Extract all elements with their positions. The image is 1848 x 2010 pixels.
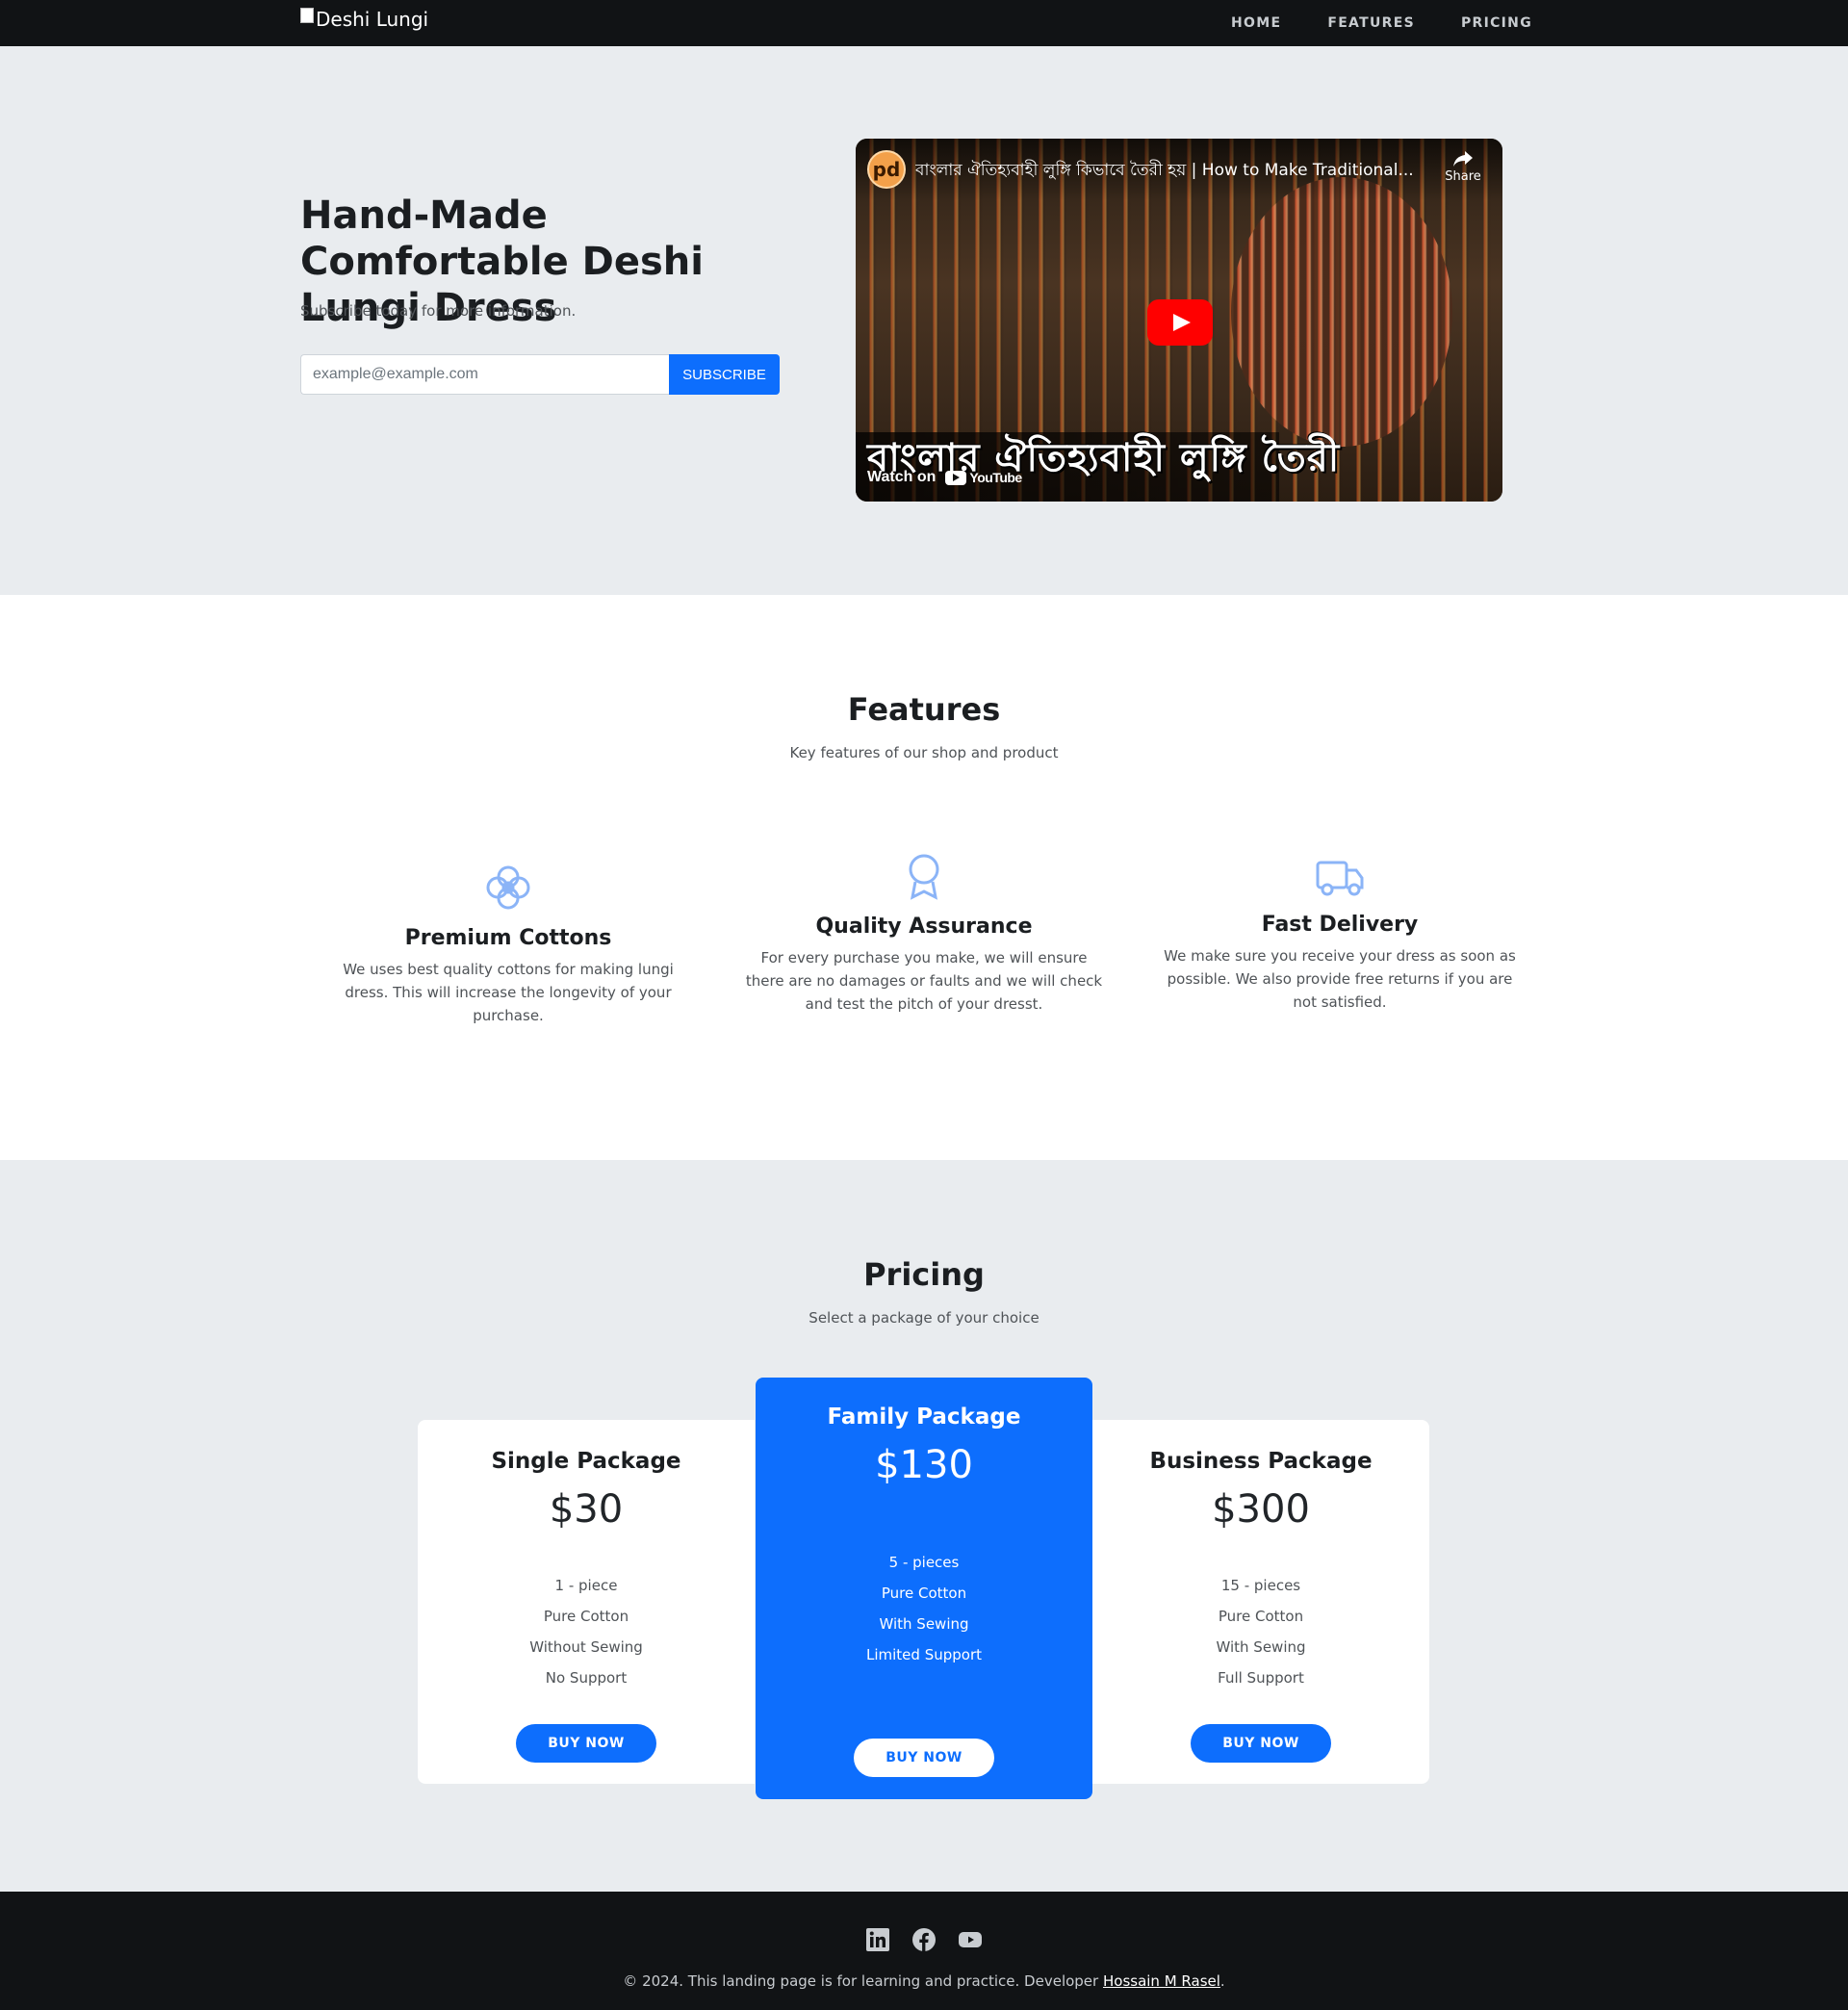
package-feature: 15 - pieces: [1220, 1577, 1301, 1594]
subscribe-form: SUBSCRIBE: [300, 354, 780, 395]
buy-now-button-business[interactable]: BUY NOW: [1191, 1724, 1331, 1763]
package-feature: Pure Cotton: [1218, 1608, 1304, 1625]
nav-link-pricing[interactable]: PRICING: [1461, 15, 1532, 31]
hero-section: Hand-Made Comfortable Deshi Lungi Dress …: [0, 46, 1848, 595]
package-feature: 1 - piece: [554, 1577, 618, 1594]
feature-quality-assurance: Quality Assurance For every purchase you…: [741, 853, 1107, 1016]
developer-link[interactable]: Hossain M Rasel: [1103, 1972, 1220, 1990]
feature-title: Quality Assurance: [815, 915, 1033, 939]
pricing-section: Pricing Select a package of your choice …: [0, 1160, 1848, 1892]
copyright-label: © 2024. This landing page is for learnin…: [623, 1972, 1103, 1990]
package-price: $30: [549, 1487, 624, 1532]
youtube-video-embed[interactable]: pd বাংলার ঐতিহ্যবাহী লুঙ্গি কিভাবে তৈরী …: [856, 139, 1502, 502]
package-price: $300: [1212, 1487, 1310, 1532]
share-icon: [1453, 151, 1473, 167]
package-name: Business Package: [1149, 1449, 1373, 1474]
truck-icon: [1316, 861, 1364, 896]
channel-avatar[interactable]: pd: [867, 150, 906, 189]
package-feature: With Sewing: [1216, 1638, 1306, 1656]
brand-logo[interactable]: Deshi Lungi: [300, 8, 428, 31]
package-features: 15 - pieces Pure Cotton With Sewing Full…: [1092, 1570, 1429, 1693]
package-feature: Pure Cotton: [881, 1585, 967, 1602]
nav-link-features[interactable]: FEATURES: [1327, 15, 1415, 31]
buy-now-button-single[interactable]: BUY NOW: [516, 1724, 656, 1763]
navbar: Deshi Lungi HOME FEATURES PRICING: [0, 0, 1848, 46]
brand-name: Deshi Lungi: [316, 8, 429, 31]
copyright-period: .: [1219, 1972, 1225, 1990]
package-feature: With Sewing: [879, 1615, 969, 1633]
package-name: Family Package: [827, 1404, 1021, 1430]
pricing-card-business: Business Package $300 15 - pieces Pure C…: [1092, 1420, 1429, 1784]
play-button[interactable]: [1147, 299, 1213, 346]
package-name: Single Package: [491, 1449, 681, 1474]
pricing-card-family: Family Package $130 5 - pieces Pure Cott…: [756, 1378, 1092, 1799]
pricing-title: Pricing: [863, 1256, 985, 1293]
package-price: $130: [875, 1443, 973, 1487]
nav-links: HOME FEATURES PRICING: [1231, 0, 1532, 46]
facebook-icon[interactable]: [912, 1928, 936, 1951]
linkedin-icon[interactable]: [866, 1928, 889, 1951]
feature-title: Premium Cottons: [404, 926, 612, 950]
video-title[interactable]: বাংলার ঐতিহ্যবাহী লুঙ্গি কিভাবে তৈরী হয়…: [915, 158, 1435, 185]
share-button[interactable]: Share: [1439, 150, 1487, 184]
flower-icon: [486, 865, 530, 910]
package-feature: Without Sewing: [529, 1638, 643, 1656]
watch-on-label: Watch on: [867, 469, 937, 485]
feature-text: We uses best quality cottons for making …: [343, 961, 674, 1024]
youtube-wordmark: YouTube: [969, 470, 1022, 485]
feature-fast-delivery: Fast Delivery We make sure you receive y…: [1157, 857, 1523, 1014]
features-section: Features Key features of our shop and pr…: [0, 595, 1848, 1160]
footer: © 2024. This landing page is for learnin…: [0, 1892, 1848, 2010]
feature-text: We make sure you receive your dress as s…: [1164, 947, 1516, 1011]
award-icon: [909, 854, 939, 900]
share-label: Share: [1445, 169, 1481, 184]
package-features: 1 - piece Pure Cotton Without Sewing No …: [418, 1570, 755, 1693]
pricing-subtitle: Select a package of your choice: [808, 1309, 1040, 1327]
youtube-logo: YouTube: [945, 470, 1022, 485]
package-features: 5 - pieces Pure Cotton With Sewing Limit…: [756, 1547, 1092, 1670]
copyright-text: © 2024. This landing page is for learnin…: [0, 1972, 1848, 1990]
nav-link-home[interactable]: HOME: [1231, 15, 1281, 31]
package-feature: 5 - pieces: [888, 1554, 960, 1571]
feature-premium-cottons: Premium Cottons We uses best quality cot…: [325, 863, 691, 1027]
package-feature: Full Support: [1218, 1669, 1304, 1687]
broken-image-icon: [300, 8, 314, 23]
hero-subtitle: Subscribe today for more information.: [300, 302, 577, 320]
youtube-icon[interactable]: [959, 1928, 982, 1951]
email-input[interactable]: [300, 354, 669, 395]
package-feature: Limited Support: [866, 1646, 982, 1663]
youtube-icon: [945, 470, 967, 485]
loom-spool-image: [1231, 177, 1452, 447]
features-subtitle: Key features of our shop and product: [789, 744, 1059, 761]
social-links: [0, 1928, 1848, 1951]
feature-text: For every purchase you make, we will ens…: [745, 949, 1103, 1013]
pricing-card-single: Single Package $30 1 - piece Pure Cotton…: [418, 1420, 755, 1784]
package-feature: Pure Cotton: [543, 1608, 629, 1625]
subscribe-button[interactable]: SUBSCRIBE: [669, 354, 780, 395]
watch-on-youtube-link[interactable]: Watch on YouTube: [867, 469, 1022, 486]
buy-now-button-family[interactable]: BUY NOW: [854, 1739, 994, 1777]
features-title: Features: [847, 691, 1001, 728]
package-feature: No Support: [545, 1669, 628, 1687]
feature-title: Fast Delivery: [1261, 913, 1419, 937]
